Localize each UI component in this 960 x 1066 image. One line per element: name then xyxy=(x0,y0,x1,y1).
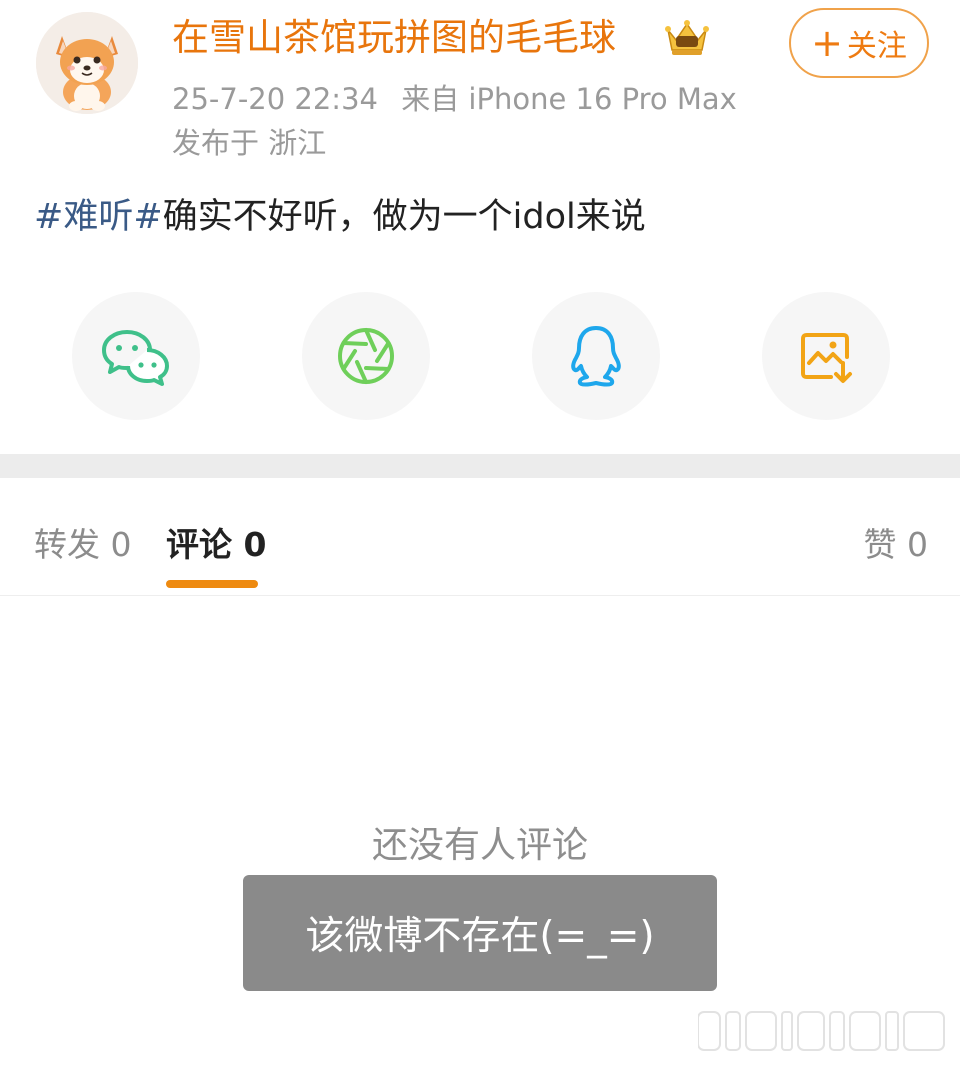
tab-like[interactable]: 赞 0 xyxy=(864,518,929,566)
moments-icon xyxy=(338,328,394,384)
active-tab-indicator xyxy=(166,580,258,588)
empty-comments-text: 还没有人评论 xyxy=(371,825,588,866)
post-timestamp: 25-7-20 22:34 xyxy=(172,82,378,116)
crown-badge-icon xyxy=(665,20,709,55)
share-qq-button[interactable] xyxy=(532,292,660,420)
save-image-icon xyxy=(801,333,852,383)
toast-message: 该微博不存在(=_=) xyxy=(243,875,717,991)
avatar[interactable] xyxy=(36,12,138,114)
section-divider xyxy=(0,454,960,478)
post-body-text: 确实不好听，做为一个idol来说 xyxy=(162,197,646,237)
tab-divider xyxy=(0,595,960,596)
post-location: 发布于 浙江 xyxy=(172,126,327,160)
save-image-button[interactable] xyxy=(762,292,890,420)
share-wechat-button[interactable] xyxy=(72,292,200,420)
author-name[interactable]: 在雪山茶馆玩拼图的毛毛球 xyxy=(172,14,616,62)
follow-label: 关注 xyxy=(846,29,907,64)
post-content: #难听#确实不好听，做为一个idol来说 xyxy=(34,188,646,239)
share-moments-button[interactable] xyxy=(302,292,430,420)
qq-icon xyxy=(571,326,621,387)
watermark-pattern xyxy=(698,1011,945,1051)
shiba-avatar-image xyxy=(36,12,138,114)
tab-comment[interactable]: 评论 0 xyxy=(166,518,266,566)
post-source: 来自 iPhone 16 Pro Max xyxy=(401,82,737,116)
tab-repost[interactable]: 转发 0 xyxy=(34,518,132,566)
post-timestamp-source: 25-7-20 22:34 来自 iPhone 16 Pro Max xyxy=(172,76,737,118)
follow-button[interactable]: + 关注 xyxy=(789,8,929,78)
wechat-icon xyxy=(102,330,169,386)
toast-text: 该微博不存在(=_=) xyxy=(305,914,655,959)
topic-link[interactable]: #难听# xyxy=(34,197,163,237)
plus-icon: + xyxy=(811,21,843,65)
